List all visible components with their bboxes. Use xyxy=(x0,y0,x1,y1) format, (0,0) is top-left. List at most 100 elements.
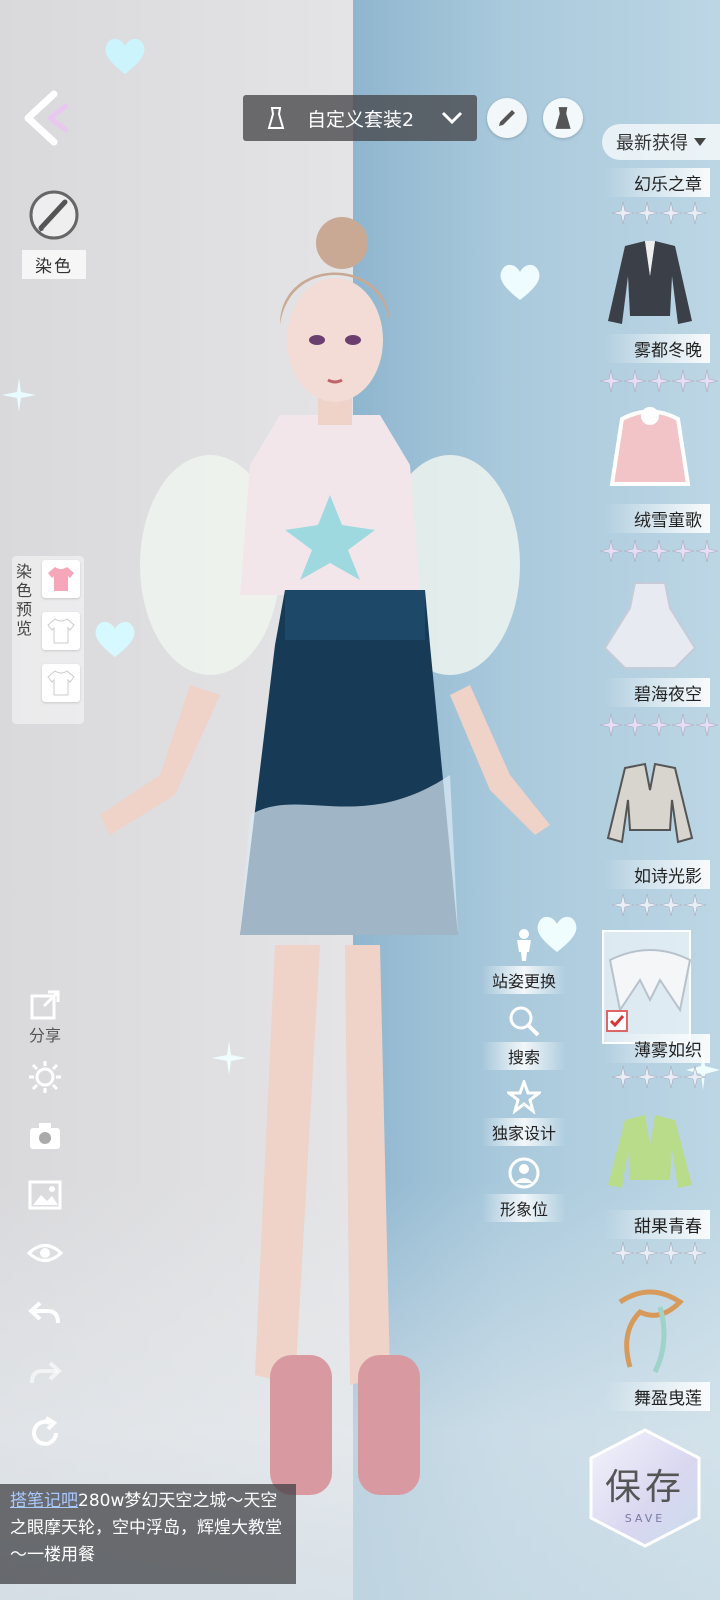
star-icon xyxy=(612,1066,634,1088)
star-icon xyxy=(660,202,682,224)
star-icon xyxy=(624,370,646,392)
gallery-button[interactable] xyxy=(22,1172,68,1218)
star-icon xyxy=(612,202,634,224)
camera-button[interactable] xyxy=(22,1113,68,1159)
item-stars xyxy=(600,540,718,562)
star-icon xyxy=(660,1242,682,1264)
pose-change-button[interactable]: 站姿更换 xyxy=(482,928,566,994)
dye-swatch-2[interactable] xyxy=(42,612,80,650)
item-stars xyxy=(600,370,718,392)
item-card[interactable]: 碧海夜空 xyxy=(592,578,720,748)
item-stars xyxy=(612,202,706,224)
undo-button[interactable] xyxy=(22,1290,68,1336)
exclusive-design-button[interactable]: 独家设计 xyxy=(482,1077,566,1146)
jacket-thumbnail xyxy=(606,762,694,844)
item-name: 幻乐之章 xyxy=(604,168,710,197)
star-icon xyxy=(612,894,634,916)
item-card[interactable]: 幻乐之章 xyxy=(592,158,720,230)
item-card-selected[interactable]: 薄雾如织 xyxy=(592,930,720,1090)
suit-selector[interactable]: 自定义套装2 xyxy=(243,95,477,141)
item-card[interactable]: 如诗光影 xyxy=(592,760,720,925)
person-icon xyxy=(517,929,531,961)
pen-button[interactable] xyxy=(487,98,527,138)
eye-icon xyxy=(27,1244,63,1262)
sort-dropdown[interactable]: 最新获得 xyxy=(602,124,720,160)
dress-icon xyxy=(555,107,571,129)
star-icon xyxy=(624,714,646,736)
sort-selected: 最新获得 xyxy=(616,133,688,154)
item-stars xyxy=(612,894,706,916)
dye-icon xyxy=(29,190,79,240)
exclusive-design-label: 独家设计 xyxy=(482,1118,566,1146)
item-name: 雾都冬晚 xyxy=(604,334,710,363)
camera-icon xyxy=(30,1123,60,1149)
save-button[interactable]: 保存 SAVE xyxy=(585,1428,705,1548)
star-icon xyxy=(696,370,718,392)
dye-swatch-1[interactable] xyxy=(42,560,80,598)
save-sublabel: SAVE xyxy=(624,1512,666,1525)
star-icon xyxy=(636,1066,658,1088)
item-card[interactable]: 舞盈曳莲 xyxy=(592,1282,720,1417)
chat-channel[interactable]: 搭笔记吧 xyxy=(10,1491,78,1511)
dye-swatch-3[interactable] xyxy=(42,664,80,702)
dye-label: 染色 xyxy=(22,250,86,279)
sun-icon xyxy=(29,1061,61,1093)
item-card[interactable]: 绒雪童歌 xyxy=(592,404,720,574)
star-icon xyxy=(672,714,694,736)
chat-box[interactable]: 搭笔记吧280w梦幻天空之城～天空之眼摩天轮，空中浮岛，辉煌大教堂～一楼用餐 xyxy=(0,1484,296,1584)
sparkle-icon xyxy=(2,378,36,412)
shirt-icon xyxy=(47,618,75,644)
star-icon xyxy=(504,1077,544,1115)
item-name: 舞盈曳莲 xyxy=(604,1382,710,1411)
star-icon xyxy=(696,714,718,736)
image-slot-label: 形象位 xyxy=(482,1194,566,1222)
brightness-button[interactable] xyxy=(22,1054,68,1100)
dress-icon xyxy=(267,107,285,129)
star-icon xyxy=(636,202,658,224)
item-card[interactable]: 雾都冬晚 xyxy=(592,236,720,401)
redo-button[interactable] xyxy=(22,1350,68,1396)
share-icon xyxy=(30,990,60,1020)
shirt-icon xyxy=(48,567,74,591)
item-stars xyxy=(612,1066,706,1088)
star-icon xyxy=(600,370,622,392)
jacket-thumbnail xyxy=(608,1115,692,1188)
redo-icon xyxy=(30,1361,62,1384)
item-stars xyxy=(612,1242,706,1264)
star-icon xyxy=(648,714,670,736)
star-icon xyxy=(660,1066,682,1088)
dye-preview-label: 染色预览 xyxy=(16,562,33,638)
image-slot-button[interactable]: 形象位 xyxy=(482,1156,566,1222)
shirt-icon xyxy=(47,670,75,696)
visibility-button[interactable] xyxy=(22,1230,68,1276)
search-icon xyxy=(509,1006,540,1037)
star-icon xyxy=(672,370,694,392)
chevron-down-icon xyxy=(694,138,706,146)
pen-icon xyxy=(499,110,515,126)
star-icon xyxy=(600,540,622,562)
dress-thumbnail xyxy=(603,582,697,669)
outfit-button[interactable] xyxy=(543,98,583,138)
star-icon xyxy=(660,894,682,916)
back-button[interactable] xyxy=(18,88,78,148)
star-icon xyxy=(684,1066,706,1088)
dye-button[interactable]: 染色 xyxy=(22,188,86,279)
item-stars xyxy=(600,714,718,736)
star-icon xyxy=(624,540,646,562)
refresh-icon xyxy=(32,1416,58,1446)
chevron-down-icon xyxy=(441,111,463,125)
star-icon xyxy=(600,714,622,736)
heart-icon xyxy=(105,38,145,74)
star-icon xyxy=(648,540,670,562)
search-button[interactable]: 搜索 xyxy=(482,1004,566,1070)
ribbon-thumbnail xyxy=(618,1289,684,1374)
item-name: 碧海夜空 xyxy=(604,678,710,707)
item-card[interactable]: 甜果青春 xyxy=(592,1110,720,1270)
star-icon xyxy=(684,202,706,224)
save-label: 保存 xyxy=(604,1467,685,1508)
reset-button[interactable] xyxy=(22,1410,68,1456)
undo-icon xyxy=(28,1301,60,1324)
star-icon xyxy=(612,1242,634,1264)
star-icon xyxy=(636,1242,658,1264)
image-icon xyxy=(28,1180,62,1210)
